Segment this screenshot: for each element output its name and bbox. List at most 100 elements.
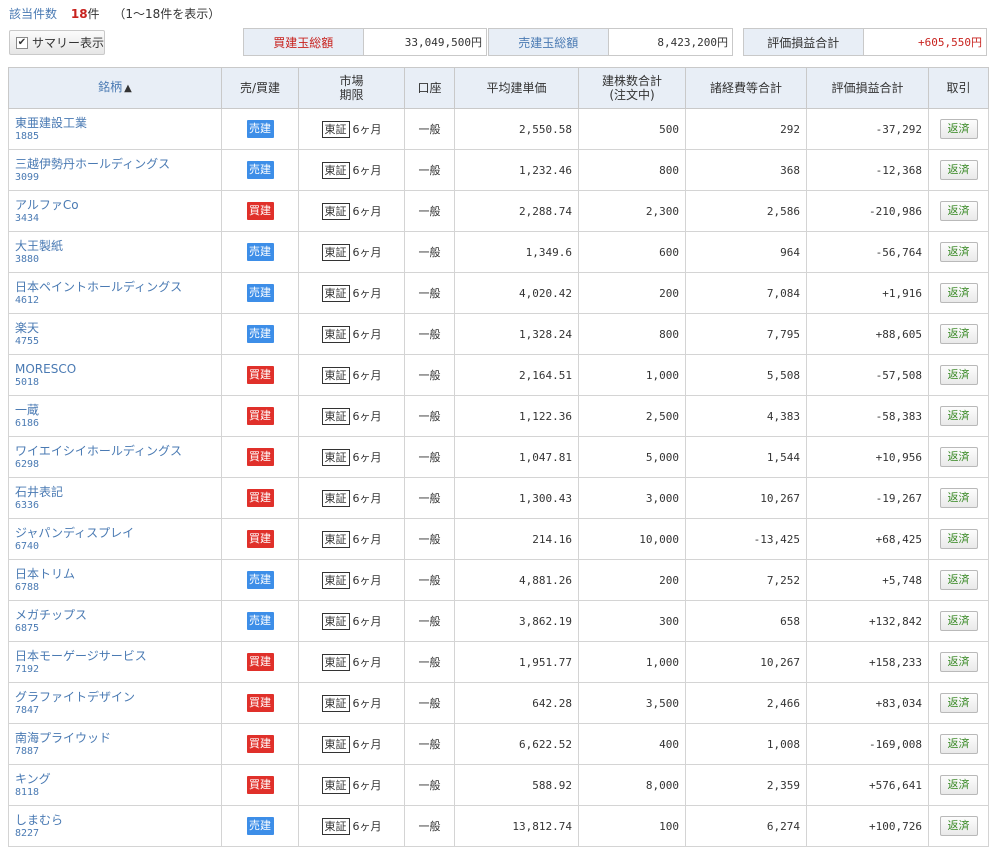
cell-stock: 東亜建設工業 1885: [8, 108, 222, 150]
return-button[interactable]: 返済: [939, 365, 978, 385]
stock-code: 7192: [15, 663, 40, 675]
stock-name-link[interactable]: 三越伊勢丹ホールディングス: [15, 157, 221, 171]
return-button[interactable]: 返済: [939, 406, 978, 426]
stock-code: 6186: [15, 417, 40, 429]
stock-name-link[interactable]: 日本モーゲージサービス: [15, 649, 221, 663]
stock-name-link[interactable]: 石井表記: [15, 485, 221, 499]
stock-name-link[interactable]: 楽天: [15, 321, 221, 335]
stock-code: 8227: [15, 827, 40, 839]
cell-side: 買建: [221, 436, 299, 478]
checkbox-icon[interactable]: ✔: [16, 36, 28, 49]
term-text: 6ヶ月: [352, 245, 382, 259]
return-button[interactable]: 返済: [939, 160, 978, 180]
stock-name-link[interactable]: ワイエイシイホールディングス: [15, 444, 221, 458]
term-text: 6ヶ月: [352, 204, 382, 218]
cell-pl: +68,425: [806, 518, 929, 560]
term-text: 6ヶ月: [352, 573, 382, 587]
cell-fees[interactable]: 7,795: [685, 313, 807, 355]
cell-qty: 200: [578, 559, 686, 601]
market-badge: 東証: [321, 284, 350, 302]
cell-fees[interactable]: 368: [685, 149, 807, 191]
return-button[interactable]: 返済: [939, 488, 978, 508]
stock-name-link[interactable]: 一蔵: [15, 403, 221, 417]
cell-market: 東証 6ヶ月: [298, 518, 405, 560]
side-badge: 買建: [246, 735, 274, 753]
cell-pl: -58,383: [806, 395, 929, 437]
return-button[interactable]: 返済: [939, 201, 978, 221]
return-button[interactable]: 返済: [939, 611, 978, 631]
stock-code: 3099: [15, 171, 40, 183]
stock-name-link[interactable]: 大王製紙: [15, 239, 221, 253]
stock-name-link[interactable]: メガチップス: [15, 608, 221, 622]
stock-code: 6875: [15, 622, 40, 634]
cell-fees[interactable]: 658: [685, 600, 807, 642]
stock-name-link[interactable]: MORESCO: [15, 362, 221, 376]
cell-fees[interactable]: 292: [685, 108, 807, 150]
col-header-name[interactable]: 銘柄 ▲: [8, 67, 222, 109]
return-button[interactable]: 返済: [939, 283, 978, 303]
stock-name-link[interactable]: グラファイトデザイン: [15, 690, 221, 704]
cell-fees[interactable]: 964: [685, 231, 807, 273]
return-button[interactable]: 返済: [939, 693, 978, 713]
cell-fees[interactable]: -13,425: [685, 518, 807, 560]
cell-fees[interactable]: 1,544: [685, 436, 807, 478]
table-row: 三越伊勢丹ホールディングス 3099 売建 東証 6ヶ月 一般 1,232.46 800 368…: [8, 149, 989, 191]
return-button[interactable]: 返済: [939, 652, 978, 672]
cell-fees[interactable]: 10,267: [685, 641, 807, 683]
cell-market: 東証 6ヶ月: [298, 764, 405, 806]
market-badge: 東証: [321, 612, 350, 630]
cell-avg-price: 1,349.6: [454, 231, 579, 273]
cell-avg-price: 4,881.26: [454, 559, 579, 601]
cell-account: 一般: [404, 518, 455, 560]
cell-fees[interactable]: 5,508: [685, 354, 807, 396]
return-button[interactable]: 返済: [939, 775, 978, 795]
stock-name-link[interactable]: キング: [15, 772, 221, 786]
return-button[interactable]: 返済: [939, 119, 978, 139]
cell-fees[interactable]: 2,359: [685, 764, 807, 806]
return-button[interactable]: 返済: [939, 447, 978, 467]
return-button[interactable]: 返済: [939, 242, 978, 262]
cell-fees[interactable]: 1,008: [685, 723, 807, 765]
cell-fees[interactable]: 7,084: [685, 272, 807, 314]
result-count-line: 該当件数 18件 （1〜18件を表示）: [9, 5, 220, 23]
return-button[interactable]: 返済: [939, 570, 978, 590]
cell-fees[interactable]: 2,466: [685, 682, 807, 724]
return-button[interactable]: 返済: [939, 324, 978, 344]
cell-fees[interactable]: 2,586: [685, 190, 807, 232]
cell-stock: 日本モーゲージサービス 7192: [8, 641, 222, 683]
cell-side: 買建: [221, 354, 299, 396]
cell-trade: 返済: [928, 559, 989, 601]
cell-account: 一般: [404, 313, 455, 355]
pl-total-value: +605,550円: [863, 29, 986, 55]
stock-name-link[interactable]: 日本トリム: [15, 567, 221, 581]
cell-fees[interactable]: 4,383: [685, 395, 807, 437]
side-badge: 買建: [246, 366, 274, 384]
col-header-market: 市場 期限: [298, 67, 405, 109]
sell-total-label: 売建玉総額: [489, 29, 609, 55]
stock-name-link[interactable]: 南海プライウッド: [15, 731, 221, 745]
return-button[interactable]: 返済: [939, 816, 978, 836]
cell-side: 買建: [221, 723, 299, 765]
stock-name-link[interactable]: 東亜建設工業: [15, 116, 221, 130]
side-badge: 買建: [246, 407, 274, 425]
market-badge: 東証: [321, 448, 350, 466]
cell-pl: +1,916: [806, 272, 929, 314]
stock-name-link[interactable]: しまむら: [15, 813, 221, 827]
return-button[interactable]: 返済: [939, 529, 978, 549]
stock-name-link[interactable]: アルファCo: [15, 198, 221, 212]
side-badge: 売建: [246, 325, 274, 343]
cell-stock: 大王製紙 3880: [8, 231, 222, 273]
cell-fees[interactable]: 6,274: [685, 805, 807, 847]
cell-fees[interactable]: 10,267: [685, 477, 807, 519]
stock-name-link[interactable]: 日本ペイントホールディングス: [15, 280, 221, 294]
cell-avg-price: 1,951.77: [454, 641, 579, 683]
summary-toggle-button[interactable]: ✔ サマリー表示: [9, 30, 105, 55]
count-unit: 件: [87, 7, 100, 21]
cell-side: 売建: [221, 559, 299, 601]
cell-fees[interactable]: 7,252: [685, 559, 807, 601]
table-row: 日本トリム 6788 売建 東証 6ヶ月 一般 4,881.26 200 7,252 +5,748…: [8, 559, 989, 601]
cell-side: 買建: [221, 764, 299, 806]
stock-name-link[interactable]: ジャパンディスプレイ: [15, 526, 221, 540]
return-button[interactable]: 返済: [939, 734, 978, 754]
term-text: 6ヶ月: [352, 491, 382, 505]
